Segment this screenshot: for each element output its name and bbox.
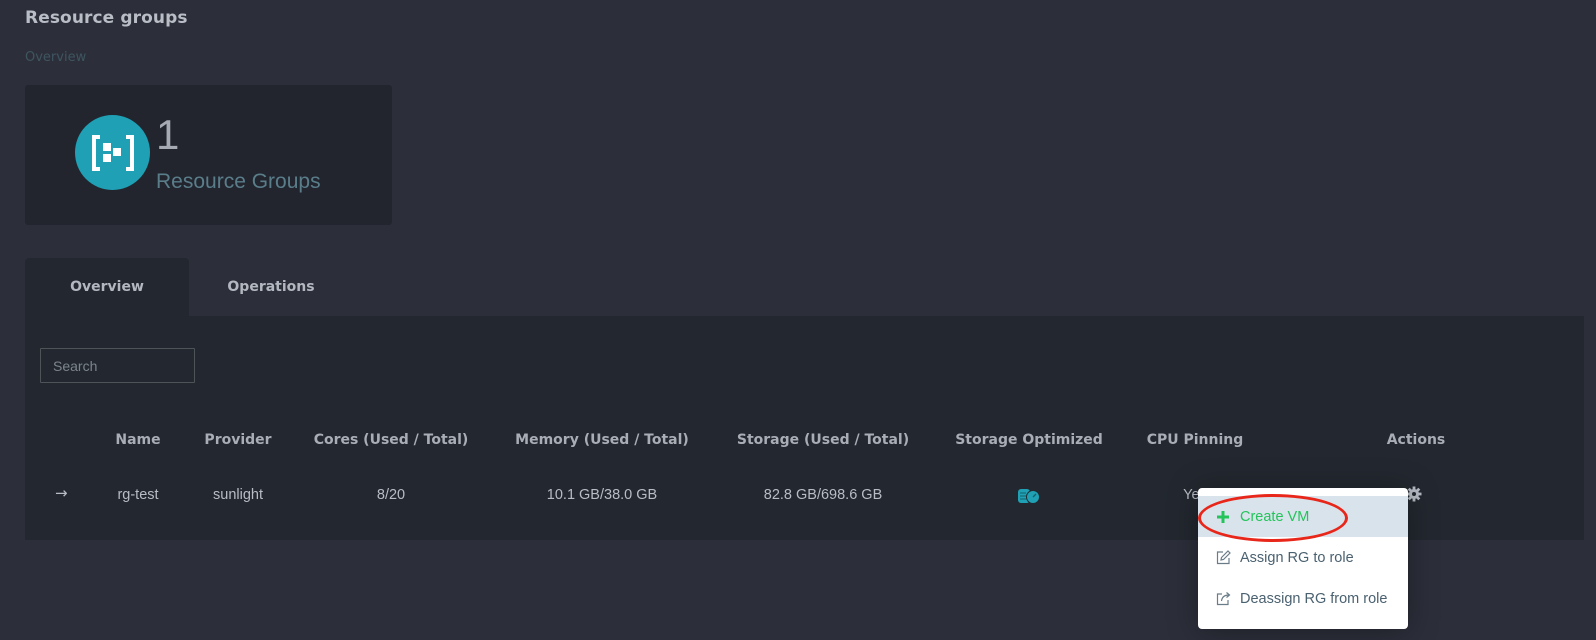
breadcrumb[interactable]: Overview <box>25 50 86 65</box>
cell-cores: 8/20 <box>376 487 406 503</box>
column-header-cpu-pinning[interactable]: CPU Pinning <box>1147 432 1244 448</box>
cell-memory: 10.1 GB/38.0 GB <box>546 487 658 503</box>
page: Resource groups Overview 1 Resource Grou… <box>0 0 1596 640</box>
menu-item-label: Deassign RG from role <box>1240 590 1388 607</box>
tab-overview[interactable]: Overview <box>25 258 189 316</box>
cell-name[interactable]: rg-test <box>117 487 158 503</box>
resource-groups-stat-card: 1 Resource Groups <box>25 85 392 225</box>
column-header-storage-optimized[interactable]: Storage Optimized <box>955 432 1103 448</box>
actions-dropdown-menu: Create VM Assign RG to role Deassign RG … <box>1198 488 1408 629</box>
plus-icon <box>1214 508 1232 526</box>
cell-storage: 82.8 GB/698.6 GB <box>763 487 883 503</box>
cell-provider: sunlight <box>213 487 263 503</box>
edit-icon <box>1214 549 1232 567</box>
menu-item-deassign-rg-from-role[interactable]: Deassign RG from role <box>1198 578 1408 619</box>
menu-item-assign-rg-to-role[interactable]: Assign RG to role <box>1198 537 1408 578</box>
menu-item-create-vm[interactable]: Create VM <box>1198 496 1408 537</box>
resource-group-icon <box>75 115 150 190</box>
search-input[interactable] <box>40 348 195 383</box>
column-header-cores[interactable]: Cores (Used / Total) <box>314 432 469 448</box>
stat-label: Resource Groups <box>156 170 321 193</box>
gear-icon[interactable] <box>1406 486 1422 502</box>
column-header-storage[interactable]: Storage (Used / Total) <box>737 432 909 448</box>
stat-value: 1 <box>156 111 180 158</box>
column-header-provider[interactable]: Provider <box>204 432 271 448</box>
tab-operations[interactable]: Operations <box>189 258 353 316</box>
menu-item-label: Create VM <box>1240 508 1310 525</box>
tabs: Overview Operations <box>25 258 353 316</box>
page-title: Resource groups <box>25 8 188 28</box>
column-header-actions: Actions <box>1386 432 1446 448</box>
menu-item-label: Assign RG to role <box>1240 549 1354 566</box>
external-link-icon <box>1214 590 1232 608</box>
column-header-name[interactable]: Name <box>115 432 160 448</box>
arrow-right-icon[interactable]: → <box>55 484 68 502</box>
column-header-memory[interactable]: Memory (Used / Total) <box>515 432 689 448</box>
storage-optimized-icon <box>1018 488 1040 504</box>
